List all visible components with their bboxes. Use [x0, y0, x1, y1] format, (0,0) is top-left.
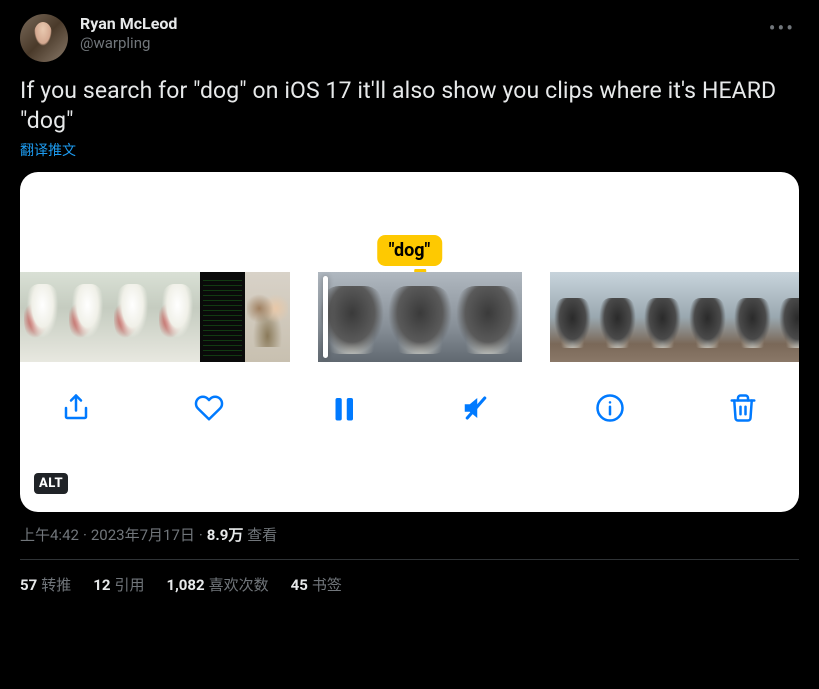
tweet-stats: 57转推 12引用 1,082喜欢次数 45书签	[20, 560, 799, 595]
clip-thumbnail	[386, 272, 454, 362]
tweet-date[interactable]: 2023年7月17日	[91, 526, 195, 544]
tweet-meta: 上午4:42·2023年7月17日·8.9万 查看	[20, 524, 799, 560]
clip-thumbnail	[730, 272, 775, 362]
likes-stat[interactable]: 1,082喜欢次数	[166, 574, 268, 595]
mute-icon[interactable]	[458, 390, 494, 426]
clip-thumbnail	[454, 272, 522, 362]
clip-thumbnail	[200, 272, 245, 362]
clip-group-2[interactable]	[318, 272, 522, 362]
display-name: Ryan McLeod	[80, 14, 177, 34]
clip-thumbnail	[65, 272, 110, 362]
clip-thumbnail	[775, 272, 799, 362]
info-icon[interactable]	[592, 390, 628, 426]
clip-group-1[interactable]	[20, 272, 290, 362]
media-top: "dog"	[20, 172, 799, 272]
handle: @warpling	[80, 34, 177, 53]
clip-thumbnail	[595, 272, 640, 362]
playhead[interactable]	[323, 276, 328, 358]
author-names[interactable]: Ryan McLeod @warpling	[80, 14, 177, 53]
tweet-time[interactable]: 上午4:42	[20, 526, 79, 544]
clip-thumbnail	[245, 272, 290, 362]
clip-thumbnail	[155, 272, 200, 362]
pause-icon[interactable]	[325, 390, 361, 426]
media-card[interactable]: "dog"	[20, 172, 799, 512]
clip-thumbnail	[640, 272, 685, 362]
tweet-container: Ryan McLeod @warpling ••• If you search …	[0, 0, 819, 605]
views-count[interactable]: 8.9万	[207, 526, 244, 544]
more-menu-icon[interactable]: •••	[765, 14, 799, 42]
clips-row	[20, 272, 799, 362]
clip-thumbnail	[110, 272, 155, 362]
clip-thumbnail	[20, 272, 65, 362]
avatar[interactable]	[20, 14, 68, 62]
clip-group-3[interactable]	[550, 272, 799, 362]
clip-thumbnail	[550, 272, 595, 362]
quotes-stat[interactable]: 12引用	[93, 574, 144, 595]
tweet-header: Ryan McLeod @warpling •••	[20, 14, 799, 62]
views-label: 查看	[247, 526, 277, 544]
media-controls	[20, 362, 799, 426]
clip-thumbnail	[318, 272, 386, 362]
alt-badge[interactable]: ALT	[34, 473, 68, 494]
tweet-text: If you search for "dog" on iOS 17 it'll …	[20, 76, 799, 136]
search-tooltip: "dog"	[377, 235, 443, 266]
share-icon[interactable]	[58, 390, 94, 426]
retweets-stat[interactable]: 57转推	[20, 574, 71, 595]
trash-icon[interactable]	[725, 390, 761, 426]
clip-thumbnail	[685, 272, 730, 362]
heart-icon[interactable]	[191, 390, 227, 426]
translate-link[interactable]: 翻译推文	[20, 140, 76, 160]
bookmarks-stat[interactable]: 45书签	[291, 574, 342, 595]
